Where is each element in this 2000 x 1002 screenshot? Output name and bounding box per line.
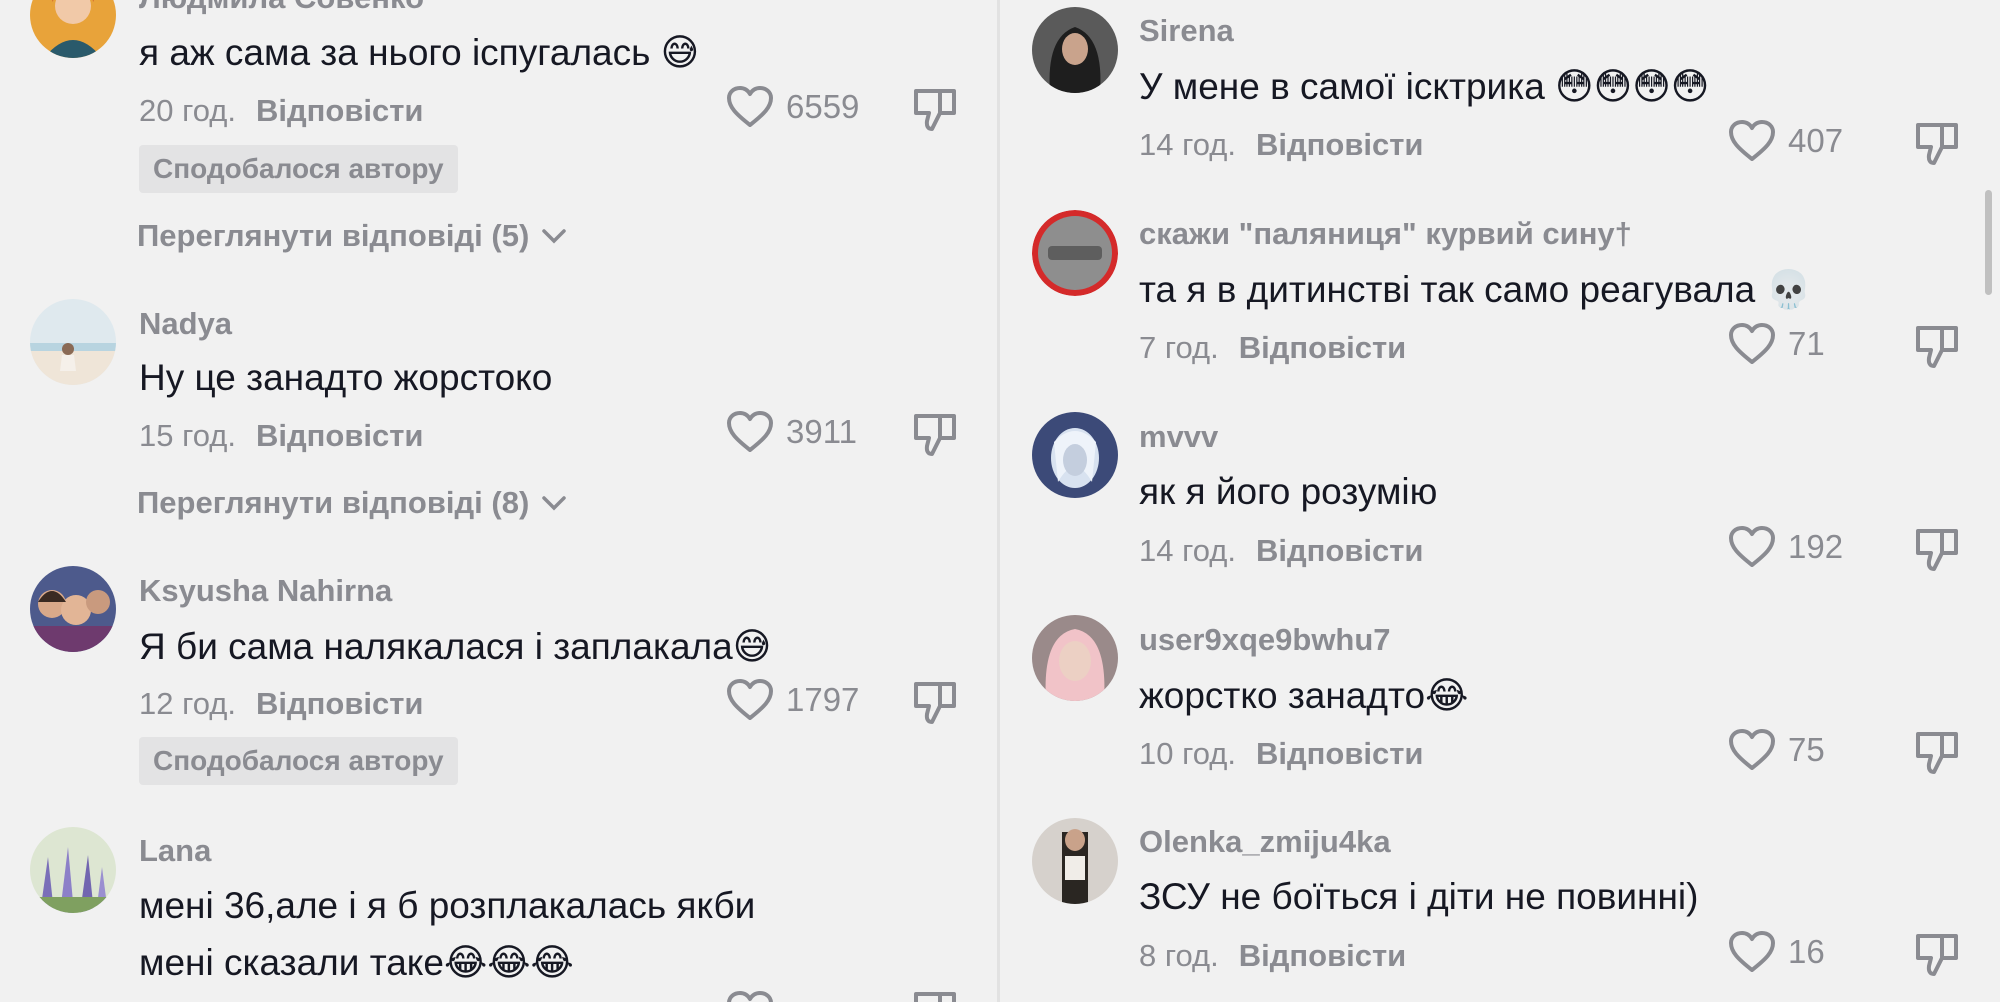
like-button[interactable]: 71	[1728, 322, 1825, 366]
like-button[interactable]: 3911	[726, 410, 857, 454]
comment-meta: 7 год. Відповісти	[1139, 330, 1406, 366]
thumbs-down-icon[interactable]	[912, 990, 958, 1002]
view-replies-button[interactable]: Переглянути відповіді (5)	[137, 218, 567, 254]
thumbs-down-icon[interactable]	[1914, 527, 1960, 573]
heart-outline-icon	[1729, 323, 1775, 364]
reply-button[interactable]: Відповісти	[256, 418, 424, 453]
comment-text: та я в дитинстві так само реагувала 💀	[1139, 269, 1812, 310]
liked-by-author-badge: Сподобалося автору	[139, 145, 458, 193]
like-count: 192	[1788, 528, 1844, 565]
avatar[interactable]	[30, 299, 116, 385]
avatar[interactable]	[1032, 412, 1118, 498]
comments-column-left: Людмила Совенко я аж сама за нього іспуг…	[0, 0, 995, 1002]
comment-text: я аж сама за нього іспугалась 😅	[139, 32, 700, 73]
comment-meta: 20 год. Відповісти	[139, 93, 423, 129]
heart-outline-icon	[727, 411, 773, 452]
comment-text: жорстко занадто😂	[1139, 675, 1469, 716]
comment-username[interactable]: Nadya	[139, 306, 232, 342]
thumbs-down-icon[interactable]	[1914, 730, 1960, 776]
like-count: 75	[1788, 731, 1825, 768]
avatar[interactable]	[1032, 615, 1118, 701]
comment-time: 20 год.	[139, 93, 236, 128]
avatar[interactable]	[30, 0, 116, 58]
comment-username[interactable]: user9xqe9bwhu7	[1139, 622, 1391, 658]
comment-text: Я би сама налякалася і заплакала😅	[139, 626, 772, 667]
reply-button[interactable]: Відповісти	[1256, 533, 1424, 568]
comment-time: 8 год.	[1139, 938, 1219, 973]
comment-meta: 8 год. Відповісти	[1139, 938, 1406, 974]
like-count: 71	[1788, 325, 1825, 362]
comment-time: 10 год.	[1139, 736, 1236, 771]
chevron-down-icon	[542, 229, 567, 244]
avatar[interactable]	[30, 827, 116, 913]
comment-meta: 10 год. Відповісти	[1139, 736, 1423, 772]
like-count: 1797	[786, 681, 860, 718]
comment-meta: 14 год. Відповісти	[1139, 127, 1423, 163]
thumbs-down-icon[interactable]	[912, 412, 958, 458]
heart-outline-icon	[727, 991, 773, 1002]
comment-text: У мене в самої ісктрика 😳😳😳😳	[1139, 66, 1710, 107]
view-replies-label: Переглянути відповіді (5)	[137, 218, 530, 253]
like-button[interactable]: 75	[1728, 728, 1825, 772]
comment-username[interactable]: Olenka_zmiju4ka	[1139, 824, 1391, 860]
comment-time: 7 год.	[1139, 330, 1219, 365]
comment-time: 14 год.	[1139, 533, 1236, 568]
heart-outline-icon	[1729, 931, 1775, 972]
comment-time: 15 год.	[139, 418, 236, 453]
like-button[interactable]: 407	[1728, 119, 1843, 163]
avatar[interactable]	[30, 566, 116, 652]
like-button[interactable]	[726, 990, 774, 1002]
comment-time: 12 год.	[139, 686, 236, 721]
thumbs-down-icon[interactable]	[912, 87, 958, 133]
like-count: 407	[1788, 122, 1844, 159]
like-button[interactable]: 1797	[726, 678, 859, 722]
heart-outline-icon	[727, 679, 773, 720]
comment-username[interactable]: Людмила Совенко	[139, 0, 424, 16]
thumbs-down-icon[interactable]	[1914, 932, 1960, 978]
avatar[interactable]	[1032, 210, 1118, 296]
reply-button[interactable]: Відповісти	[256, 93, 424, 128]
chevron-down-icon	[542, 496, 567, 511]
thumbs-down-icon[interactable]	[1914, 121, 1960, 167]
like-count: 16	[1788, 933, 1825, 970]
reply-button[interactable]: Відповісти	[1256, 127, 1424, 162]
comment-text: як я його розумію	[1139, 471, 1438, 512]
comment-text: мені сказали таке😂😂😂	[139, 942, 574, 983]
avatar[interactable]	[1032, 7, 1118, 93]
comment-username[interactable]: скажи "паляниця" курвий сину†	[1139, 216, 1632, 252]
like-count: 6559	[786, 88, 860, 125]
view-replies-label: Переглянути відповіді (8)	[137, 485, 530, 520]
liked-by-author-badge: Сподобалося автору	[139, 737, 458, 785]
reply-button[interactable]: Відповісти	[256, 686, 424, 721]
comment-username[interactable]: Ksyusha Nahirna	[139, 573, 392, 609]
heart-outline-icon	[1729, 526, 1775, 567]
like-button[interactable]: 192	[1728, 525, 1843, 569]
reply-button[interactable]: Відповісти	[1256, 736, 1424, 771]
view-replies-button[interactable]: Переглянути відповіді (8)	[137, 485, 567, 521]
reply-button[interactable]: Відповісти	[1239, 938, 1407, 973]
reply-button[interactable]: Відповісти	[1239, 330, 1407, 365]
comment-meta: 12 год. Відповісти	[139, 686, 423, 722]
thumbs-down-icon[interactable]	[1914, 324, 1960, 370]
like-count: 3911	[786, 413, 857, 450]
comment-username[interactable]: Lana	[139, 833, 211, 869]
heart-outline-icon	[727, 86, 773, 127]
heart-outline-icon	[1729, 729, 1775, 770]
comment-username[interactable]: mvvv	[1139, 419, 1218, 455]
comments-column-right: Sirena У мене в самої ісктрика 😳😳😳😳 14 г…	[1000, 0, 2000, 1002]
comment-meta: 15 год. Відповісти	[139, 418, 423, 454]
comment-username[interactable]: Sirena	[1139, 13, 1234, 49]
comment-time: 14 год.	[1139, 127, 1236, 162]
like-button[interactable]: 6559	[726, 85, 859, 129]
like-button[interactable]: 16	[1728, 930, 1825, 974]
heart-outline-icon	[1729, 120, 1775, 161]
comment-text: ЗСУ не боїться і діти не повинні)	[1139, 876, 1699, 917]
scrollbar-thumb[interactable]	[1985, 190, 1992, 295]
thumbs-down-icon[interactable]	[912, 680, 958, 726]
comment-text: мені 36,але і я б розплакалась якби	[139, 885, 756, 926]
comment-meta: 14 год. Відповісти	[1139, 533, 1423, 569]
avatar[interactable]	[1032, 818, 1118, 904]
comment-text: Ну це занадто жорстоко	[139, 357, 553, 398]
